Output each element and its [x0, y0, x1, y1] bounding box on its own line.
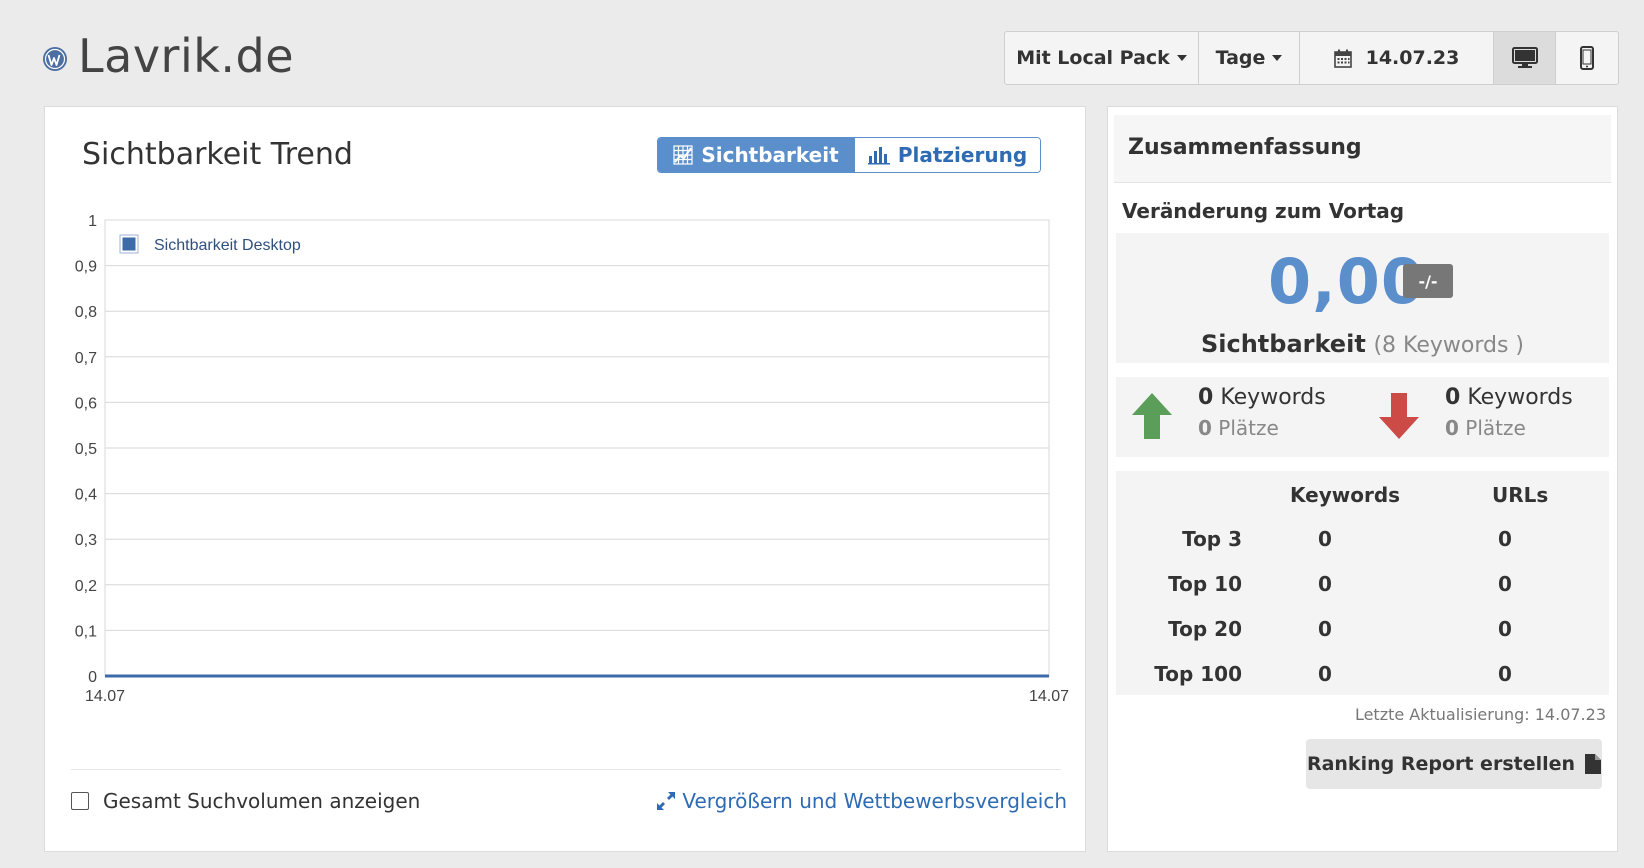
up-keywords-value: 0 — [1198, 385, 1214, 410]
site-header: Lavrik.de — [42, 26, 294, 86]
y-tick-label: 0,7 — [75, 350, 97, 367]
table-header-keywords: Keywords — [1290, 483, 1401, 507]
y-tick-label: 0,8 — [75, 304, 97, 321]
zoom-compare-label: Vergrößern und Wettbewerbsvergleich — [682, 789, 1067, 813]
movement-up-text: 0 Keywords 0 Plätze — [1198, 385, 1326, 440]
keywords-count-label: (8 Keywords ) — [1373, 333, 1525, 358]
keyword-movement-box: 0 Keywords 0 Plätze 0 Keywords 0 Plätze — [1116, 377, 1609, 457]
table-header-urls: URLs — [1492, 483, 1549, 507]
arrow-up-icon — [1132, 393, 1172, 439]
summary-panel: Zusammenfassung Veränderung zum Vortag 0… — [1107, 106, 1618, 852]
visibility-value: 0,00 — [1268, 245, 1425, 318]
calendar-icon — [1333, 49, 1352, 68]
row-urls: 0 — [1498, 527, 1512, 551]
date-picker-button[interactable]: 14.07.23 — [1300, 32, 1494, 84]
table-row: Top 3 0 0 — [1116, 527, 1609, 572]
change-label: Veränderung zum Vortag — [1122, 199, 1405, 223]
date-label: 14.07.23 — [1365, 47, 1460, 69]
row-keywords: 0 — [1318, 617, 1332, 641]
up-keywords-label: Keywords — [1220, 385, 1326, 410]
table-row: Top 20 0 0 — [1116, 617, 1609, 662]
y-tick-label: 0 — [88, 669, 97, 686]
row-label: Top 20 — [1168, 617, 1242, 641]
chevron-down-icon — [1272, 55, 1283, 61]
row-keywords: 0 — [1318, 662, 1332, 686]
expand-icon — [657, 792, 676, 810]
row-keywords: 0 — [1318, 572, 1332, 596]
desktop-icon — [1511, 47, 1538, 68]
period-label: Tage — [1215, 47, 1266, 69]
row-label: Top 10 — [1168, 572, 1242, 596]
visibility-label: Sichtbarkeit — [1200, 330, 1366, 358]
summary-title: Zusammenfassung — [1128, 135, 1362, 160]
row-urls: 0 — [1498, 617, 1512, 641]
wordpress-icon — [43, 47, 67, 71]
up-places-value: 0 — [1198, 416, 1212, 440]
row-urls: 0 — [1498, 662, 1512, 686]
x-tick-label: 14.07 — [85, 688, 125, 705]
header-toolbar: Mit Local Pack Tage 14.07.23 — [1004, 31, 1619, 85]
row-label: Top 100 — [1154, 662, 1242, 686]
y-tick-label: 0,5 — [75, 441, 97, 458]
y-tick-label: 0,6 — [75, 395, 97, 412]
chevron-down-icon — [1176, 55, 1187, 61]
row-keywords: 0 — [1318, 527, 1332, 551]
device-mobile-button[interactable] — [1556, 32, 1618, 84]
mobile-icon — [1580, 46, 1594, 70]
period-dropdown[interactable]: Tage — [1199, 32, 1300, 84]
divider — [71, 769, 1061, 770]
down-keywords-value: 0 — [1445, 385, 1461, 410]
visibility-trend-panel: Sichtbarkeit Trend Sichtbarkeit Platzier… — [44, 106, 1086, 852]
table-row: Top 100 0 0 — [1116, 662, 1609, 707]
row-label: Top 3 — [1182, 527, 1242, 551]
y-tick-label: 0,4 — [75, 487, 97, 504]
show-volume-checkbox[interactable] — [71, 792, 89, 810]
visibility-badge: -/- — [1403, 264, 1453, 298]
local-pack-dropdown[interactable]: Mit Local Pack — [1005, 32, 1199, 84]
document-icon — [1585, 754, 1602, 774]
visibility-label-row: Sichtbarkeit (8 Keywords ) — [1116, 330, 1609, 358]
local-pack-label: Mit Local Pack — [1016, 47, 1170, 69]
show-volume-row[interactable]: Gesamt Suchvolumen anzeigen — [71, 789, 420, 813]
ranking-report-button[interactable]: Ranking Report erstellen — [1306, 739, 1602, 789]
top-rankings-table: Keywords URLs Top 3 0 0 Top 10 0 0 Top 2… — [1116, 471, 1609, 695]
table-row: Top 10 0 0 — [1116, 572, 1609, 617]
y-tick-label: 0,3 — [75, 532, 97, 549]
legend-swatch — [121, 236, 137, 252]
down-places-value: 0 — [1445, 416, 1459, 440]
ranking-report-label: Ranking Report erstellen — [1306, 753, 1576, 775]
y-tick-label: 1 — [88, 213, 97, 230]
arrow-down-icon — [1379, 393, 1419, 439]
visibility-chart: 0 0,1 0,2 0,3 0,4 0,5 0,6 0,7 0,8 0,9 1 14.07 14.07 S… — [75, 213, 1069, 705]
y-tick-label: 0,1 — [75, 623, 97, 640]
last-update-text: Letzte Aktualisierung: 14.07.23 — [1354, 705, 1606, 724]
legend-label: Sichtbarkeit Desktop — [154, 237, 301, 254]
site-name: Lavrik.de — [78, 29, 294, 83]
down-keywords-label: Keywords — [1467, 385, 1573, 410]
show-volume-label: Gesamt Suchvolumen anzeigen — [103, 789, 421, 813]
device-desktop-button[interactable] — [1494, 32, 1556, 84]
y-tick-label: 0,9 — [75, 259, 97, 276]
visibility-summary-box: 0,00 -/- Sichtbarkeit (8 Keywords ) — [1116, 233, 1609, 363]
down-places-label: Plätze — [1465, 416, 1526, 440]
summary-header: Zusammenfassung — [1114, 115, 1611, 183]
row-urls: 0 — [1498, 572, 1512, 596]
x-tick-label: 14.07 — [1029, 688, 1069, 705]
up-places-label: Plätze — [1218, 416, 1279, 440]
y-tick-label: 0,2 — [75, 578, 97, 595]
movement-down-text: 0 Keywords 0 Plätze — [1445, 385, 1573, 440]
zoom-compare-link[interactable]: Vergrößern und Wettbewerbsvergleich — [656, 789, 1067, 813]
